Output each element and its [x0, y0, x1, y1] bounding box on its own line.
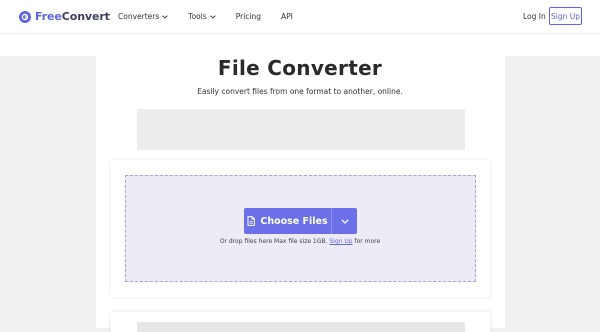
- chevron-down-icon: [340, 218, 349, 224]
- nav-pricing[interactable]: Pricing: [236, 12, 261, 21]
- drop-hint: Or drop files here Max file size 1GB. Si…: [0, 238, 600, 245]
- ad-placeholder-bottom: [137, 322, 465, 332]
- nav-tools-label: Tools: [188, 12, 207, 21]
- file-icon: [247, 216, 256, 226]
- ad-placeholder-top: [137, 109, 465, 150]
- nav-tools[interactable]: Tools: [188, 12, 216, 21]
- drop-hint-text: Or drop files here Max file size 1GB.: [219, 238, 328, 245]
- signup-button[interactable]: Sign Up: [549, 7, 582, 25]
- choose-files-label: Choose Files: [260, 215, 328, 227]
- logo-text-convert: Convert: [61, 10, 110, 23]
- top-navbar: FreeConvert Converters Tools Pricing API…: [0, 0, 600, 34]
- drop-hint-signup-link[interactable]: Sign Up: [329, 238, 352, 245]
- nav-api[interactable]: API: [281, 12, 293, 21]
- main-nav: Converters Tools Pricing API: [118, 12, 313, 21]
- chevron-down-icon: [210, 14, 216, 19]
- freeconvert-logo[interactable]: FreeConvert: [19, 10, 110, 23]
- freeconvert-logo-icon: [19, 10, 31, 23]
- drop-hint-suffix: for more: [354, 238, 381, 245]
- header-spacer: [0, 34, 600, 56]
- logo-text: FreeConvert: [35, 10, 110, 23]
- chevron-down-icon: [162, 14, 168, 19]
- nav-converters[interactable]: Converters: [118, 12, 168, 21]
- choose-files-button[interactable]: Choose Files: [244, 208, 331, 234]
- page-title: File Converter: [217, 56, 383, 80]
- page-subtitle: Easily convert files from one format to …: [197, 87, 403, 96]
- nav-pricing-label: Pricing: [235, 12, 262, 21]
- logo-text-free: Free: [35, 10, 62, 23]
- nav-converters-label: Converters: [118, 12, 160, 21]
- nav-api-label: API: [281, 12, 293, 21]
- upload-source-dropdown-button[interactable]: [332, 208, 357, 234]
- login-link[interactable]: Log In: [523, 12, 546, 21]
